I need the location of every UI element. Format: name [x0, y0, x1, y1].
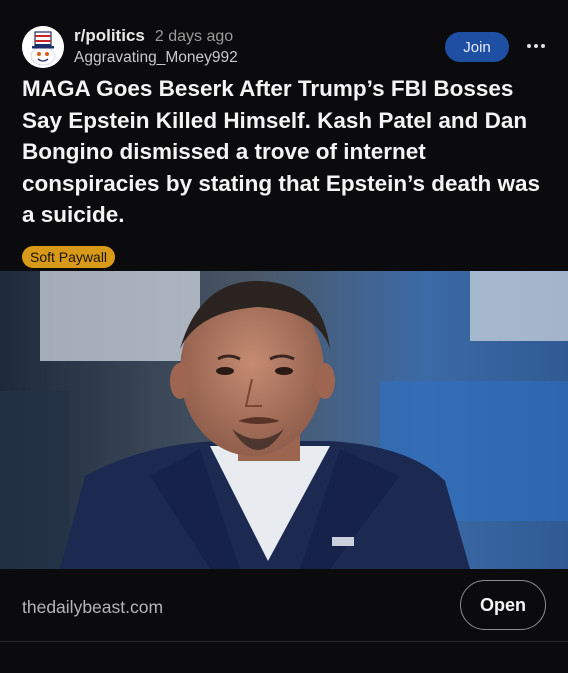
- join-button[interactable]: Join: [445, 32, 509, 62]
- post-image[interactable]: [0, 271, 568, 569]
- post-footer: thedailybeast.com Open: [0, 569, 568, 673]
- more-options-icon[interactable]: [522, 34, 550, 58]
- flair-badge: Soft Paywall: [22, 246, 116, 268]
- link-domain[interactable]: thedailybeast.com: [22, 597, 163, 618]
- post-header: r/politics 2 days ago Aggravating_Money9…: [0, 0, 568, 80]
- open-link-button[interactable]: Open: [460, 580, 546, 630]
- uncle-sam-snoo-icon: [22, 26, 64, 68]
- photo-illustration: [0, 271, 568, 569]
- subreddit-name[interactable]: r/politics: [74, 26, 145, 46]
- post-title[interactable]: MAGA Goes Beserk After Trump’s FBI Bosse…: [22, 73, 552, 231]
- divider: [0, 641, 568, 642]
- subreddit-avatar[interactable]: [22, 26, 64, 68]
- post-age: 2 days ago: [154, 28, 234, 45]
- post-author[interactable]: Aggravating_Money992: [74, 49, 238, 67]
- post-meta: r/politics 2 days ago Aggravating_Money9…: [74, 26, 238, 67]
